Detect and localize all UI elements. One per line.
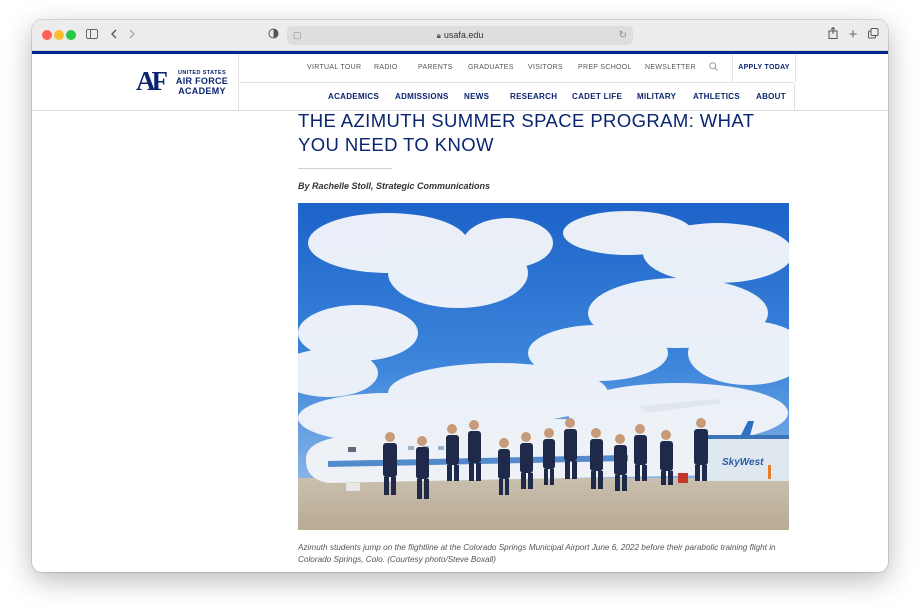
photo-caption: Azimuth students jump on the flightline … [298,543,776,564]
url-text: usafa.edu [443,30,484,40]
photo-tarmac [298,478,789,530]
nav-research[interactable]: RESEARCH [510,83,557,110]
logo-line-2: AIR FORCE [175,76,229,86]
article-photo: SkyWest [298,203,789,530]
site-header: AF UNITED STATES AIR FORCE ACADEMY VIRTU… [32,54,888,111]
usafa-logo[interactable]: AF UNITED STATES AIR FORCE ACADEMY [136,64,234,100]
title-divider [298,168,392,169]
util-nav-virtual-tour[interactable]: VIRTUAL TOUR [307,54,361,82]
util-nav-visitors[interactable]: VISITORS [528,54,563,82]
util-nav-parents[interactable]: PARENTS [418,54,453,82]
nav-academics[interactable]: ACADEMICS [328,83,379,110]
nav-about[interactable]: ABOUT [756,83,786,110]
close-window-button[interactable] [42,30,52,40]
article: THE AZIMUTH SUMMER SPACE PROGRAM: WHAT Y… [298,109,789,566]
browser-window: ▢ 🔒︎ usafa.edu ↻ + AF UNITED STATES AIR F… [32,20,888,572]
page-icon: ▢ [293,30,302,40]
reload-icon[interactable]: ↻ [619,26,627,45]
apply-today-button[interactable]: APPLY TODAY [732,54,796,82]
nav-athletics[interactable]: ATHLETICS [693,83,740,110]
util-nav-newsletter[interactable]: NEWSLETTER [645,54,696,82]
logo-wordmark: UNITED STATES AIR FORCE ACADEMY [172,70,232,96]
sidebar-toggle-icon[interactable] [84,26,100,44]
privacy-shield-icon[interactable] [266,26,280,44]
tab-overview-icon[interactable] [866,26,880,44]
address-bar[interactable]: ▢ 🔒︎ usafa.edu ↻ [287,26,633,45]
browser-toolbar: ▢ 🔒︎ usafa.edu ↻ + [32,20,888,51]
forward-arrow-icon[interactable] [126,26,138,44]
lock-icon: 🔒︎ [436,31,441,40]
new-tab-icon[interactable]: + [846,26,860,44]
util-nav-radio[interactable]: RADIO [374,54,398,82]
util-nav-prep-school[interactable]: PREP SCHOOL [578,54,632,82]
search-icon[interactable] [709,54,718,82]
photo-terminal: SkyWest [698,435,789,481]
logo-line-3: ACADEMY [178,86,226,96]
main-nav: ACADEMICS ADMISSIONS NEWS RESEARCH CADET… [239,83,795,110]
minimize-window-button[interactable] [54,30,64,40]
logo-monogram: AF [136,66,168,96]
zoom-window-button[interactable] [66,30,76,40]
util-nav-graduates[interactable]: GRADUATES [468,54,514,82]
article-title: THE AZIMUTH SUMMER SPACE PROGRAM: WHAT Y… [298,110,755,155]
nav-news[interactable]: NEWS [464,83,489,110]
nav-cadet-life[interactable]: CADET LIFE [572,83,622,110]
share-icon[interactable] [826,26,840,44]
utility-nav: VIRTUAL TOUR RADIO PARENTS GRADUATES VIS… [239,54,796,83]
article-byline: By Rachelle Stoll, Strategic Communicati… [298,181,491,191]
photo-skywest-sign: SkyWest [722,457,764,468]
nav-admissions[interactable]: ADMISSIONS [395,83,449,110]
nav-military[interactable]: MILITARY [637,83,676,110]
back-arrow-icon[interactable] [108,26,120,44]
